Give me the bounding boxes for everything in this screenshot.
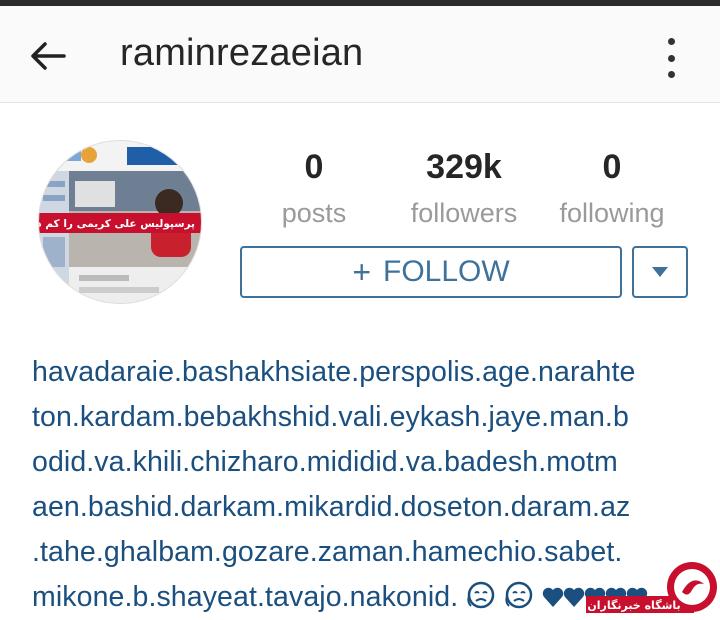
stat-posts[interactable]: 0 posts [244, 145, 384, 233]
suggested-dropdown-button[interactable] [632, 246, 688, 298]
stat-posts-count: 0 [304, 148, 324, 186]
more-vertical-icon [667, 38, 675, 45]
profile-avatar[interactable]: پرسپولیس علی کریمی را کم دارد [38, 140, 202, 304]
stat-following-label: following [559, 198, 665, 228]
profile-header: raminrezaeian [0, 6, 720, 103]
back-button[interactable] [26, 34, 70, 78]
stat-followers-label: followers [410, 198, 518, 228]
profile-username: raminrezaeian [120, 32, 364, 74]
bio-line: mikone.b.shayeat.tavajo.nakonid. [32, 581, 459, 613]
bio-line: aen.bashid.darkam.mikardid.doseton.daram… [32, 491, 631, 523]
avatar-headline: پرسپولیس علی کریمی را کم دارد [39, 218, 195, 230]
bio-line: havadaraie.bashakhsiate.perspolis.age.na… [32, 356, 636, 388]
stat-following-count: 0 [602, 148, 622, 186]
news-agency-watermark: باشگاه خبرنگاران [586, 560, 720, 613]
follow-button-label: FOLLOW [383, 255, 510, 288]
crying-face-icon [505, 581, 533, 609]
avatar-image: پرسپولیس علی کریمی را کم دارد [39, 141, 201, 303]
bio-line: ton.kardam.bebakhshid.vali.eykash.jaye.m… [32, 401, 629, 433]
crying-face-icon [467, 581, 495, 609]
stat-followers[interactable]: 329k followers [394, 145, 534, 233]
watermark-text: باشگاه خبرنگاران [587, 599, 680, 612]
stat-following[interactable]: 0 following [542, 145, 682, 233]
more-options-button[interactable] [656, 36, 686, 80]
stat-posts-label: posts [281, 198, 347, 228]
bio-line: odid.va.khili.chizharo.mididid.va.badesh… [32, 446, 618, 478]
caret-down-icon [652, 267, 668, 277]
follow-button[interactable]: + FOLLOW [240, 246, 622, 298]
stat-followers-count: 329k [426, 148, 502, 186]
plus-icon: + [352, 253, 371, 290]
arrow-left-icon [31, 42, 66, 70]
